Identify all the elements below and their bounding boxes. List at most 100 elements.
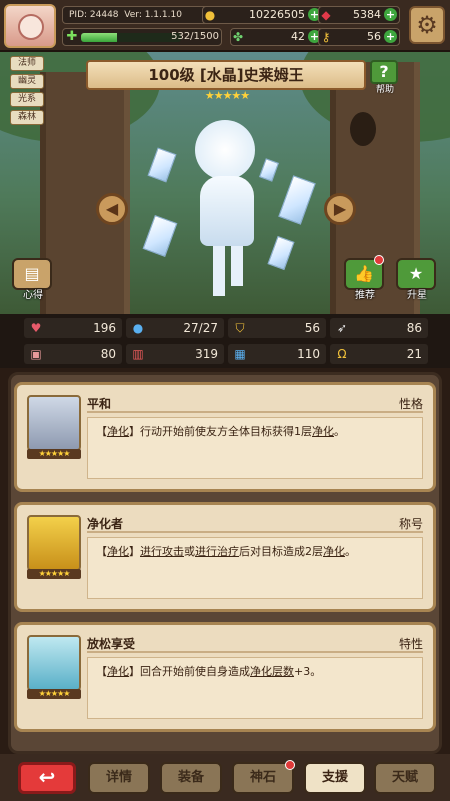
bottom-nav: ↩ 详情 装备 神石 支援 天赋	[0, 754, 450, 801]
help-label: 帮助	[375, 85, 394, 95]
trait-card-feature[interactable]: ★★★★★ 放松享受 特性 【净化】回合开始前使自身造成净化层数+3。	[14, 622, 436, 732]
card-header: 净化者 称号	[87, 513, 423, 533]
stat-magic-value: 319	[195, 347, 218, 361]
stat-shield-value: 56	[304, 321, 320, 335]
tab-divine-stone[interactable]: 神石	[232, 760, 295, 794]
notification-dot	[285, 760, 295, 770]
card-name: 净化者	[87, 517, 124, 531]
card-header: 平和 性格	[87, 393, 423, 413]
keyword-link[interactable]: 净化	[107, 545, 129, 558]
notes-label: 心得	[23, 290, 43, 301]
keyword-link[interactable]: 净化	[312, 425, 334, 438]
avatar-face	[18, 14, 44, 40]
stat-attack: ▣ 80	[24, 344, 122, 364]
portrait-stars: ★★★★★	[27, 569, 81, 579]
notes-icon: ▤	[12, 258, 52, 290]
ghost-portrait-icon	[27, 395, 81, 451]
card-name: 平和	[87, 397, 112, 411]
desc-text: 】回合开始前使自身造成	[129, 665, 250, 678]
recommend-label: 推荐	[355, 290, 375, 301]
keyword-link[interactable]: 净化	[107, 425, 129, 438]
star-upgrade-label: 升星	[407, 290, 427, 301]
star-upgrade-button[interactable]: ★ 升星	[396, 258, 438, 302]
card-description: 【净化】行动开始前使友方全体目标获得1层净化。	[87, 417, 423, 479]
experience-bar: ✚ 532/1500	[62, 28, 222, 46]
ruby-icon: ◆	[321, 8, 331, 22]
tag-element: 光系	[10, 92, 44, 107]
tree-hollow	[350, 112, 376, 146]
stat-shield: ⛉ 56	[228, 318, 326, 338]
trait-card-personality[interactable]: ★★★★★ 平和 性格 【净化】行动开始前使友方全体目标获得1层净化。	[14, 382, 436, 492]
tab-divine-stone-label: 神石	[249, 770, 276, 785]
stat-speed-value: 86	[406, 321, 422, 335]
card-kind: 称号	[398, 517, 423, 531]
desc-text: 】	[129, 545, 140, 558]
clover-icon: ✤	[232, 30, 244, 44]
stat-speed: ➶ 86	[330, 318, 428, 338]
desc-text: 【	[96, 425, 107, 438]
character-leg	[213, 246, 225, 296]
water-drop-icon: ●	[132, 321, 144, 335]
card-header: 放松享受 特性	[87, 633, 423, 653]
key-counter: ⚷ 56 +	[318, 28, 400, 46]
trait-card-title[interactable]: ★★★★★ 净化者 称号 【净化】进行攻击或进行治疗后对目标造成2层净化。	[14, 502, 436, 612]
character-body	[200, 176, 254, 246]
keyword-link[interactable]: 进行攻击	[140, 545, 184, 558]
golden-portrait-icon	[27, 515, 81, 571]
help-button[interactable]: ? 帮助	[370, 60, 400, 96]
card-name: 放松享受	[87, 637, 136, 651]
exp-plus-icon[interactable]: ✚	[65, 30, 79, 44]
prev-hero-arrow-icon[interactable]: ◀	[96, 193, 128, 225]
version-text: Ver: 1.1.1.10	[124, 10, 182, 20]
tab-details[interactable]: 详情	[88, 762, 150, 794]
pid-version-bar: PID: 24448 Ver: 1.1.1.10	[62, 6, 222, 24]
player-avatar[interactable]	[4, 4, 56, 48]
exp-text: 532/1500	[171, 31, 219, 42]
desc-text: 】行动开始前使友方全体目标获得1层	[129, 425, 312, 438]
stat-mana-value: 27/27	[183, 321, 218, 335]
gold-coin-icon: ●	[204, 8, 216, 22]
card-description: 【净化】进行攻击或进行治疗后对目标造成2层净化。	[87, 537, 423, 599]
shield-icon: ⛉	[235, 321, 245, 335]
hero-detail-screen: PID: 24448 Ver: 1.1.1.10 ✚ 532/1500 ● 10…	[0, 0, 450, 801]
stat-magic: ▥ 319	[126, 344, 224, 364]
tag-class: 法师	[10, 56, 44, 71]
clover-counter: ✤ 42 +	[230, 28, 324, 46]
clover-value: 42	[291, 30, 305, 43]
desc-text: 或	[184, 545, 195, 558]
hero-title-banner: 100级 [水晶]史莱姆王	[86, 60, 366, 90]
keyword-link[interactable]: 进行治疗	[195, 545, 239, 558]
tab-equipment[interactable]: 装备	[160, 762, 222, 794]
hero-tags: 法师 幽灵 光系 森林	[10, 56, 46, 128]
keyword-link[interactable]: 净化	[323, 545, 345, 558]
notification-dot	[374, 255, 384, 265]
stat-hp-value: 196	[93, 321, 116, 335]
stat-defense-value: 110	[297, 347, 320, 361]
notes-button[interactable]: ▤ 心得	[12, 258, 54, 302]
stat-hp: ♥ 196	[24, 318, 122, 338]
cyan-hair-portrait-icon	[27, 635, 81, 691]
back-arrow-icon[interactable]: ↩	[18, 762, 76, 794]
heart-icon: ♥	[30, 321, 42, 335]
keyword-link[interactable]: 净化	[107, 665, 129, 678]
desc-text: 【	[96, 665, 107, 678]
stat-crit: Ω 21	[330, 344, 428, 364]
desc-text: 。	[345, 545, 356, 558]
spellbook-icon: ▥	[132, 347, 144, 361]
tab-support[interactable]: 支援	[304, 762, 366, 794]
recommend-button[interactable]: 👍 推荐	[344, 255, 386, 302]
keyword-link[interactable]: 净化层数	[250, 665, 294, 678]
next-hero-arrow-icon[interactable]: ▶	[324, 193, 356, 225]
pid-text: PID: 24448	[69, 10, 119, 20]
character-head	[195, 120, 255, 180]
gem-add-icon[interactable]: +	[384, 8, 397, 21]
settings-gear-icon[interactable]: ⚙	[409, 6, 445, 44]
character-leg	[231, 246, 243, 286]
hero-title: 100级 [水晶]史莱姆王	[148, 66, 304, 84]
desc-text: 后对目标造成2层	[239, 545, 323, 558]
key-add-icon[interactable]: +	[384, 30, 397, 43]
horseshoe-icon: Ω	[337, 347, 347, 361]
tab-talent[interactable]: 天赋	[374, 762, 436, 794]
armor-icon: ▦	[234, 347, 246, 361]
card-kind: 性格	[398, 397, 423, 411]
